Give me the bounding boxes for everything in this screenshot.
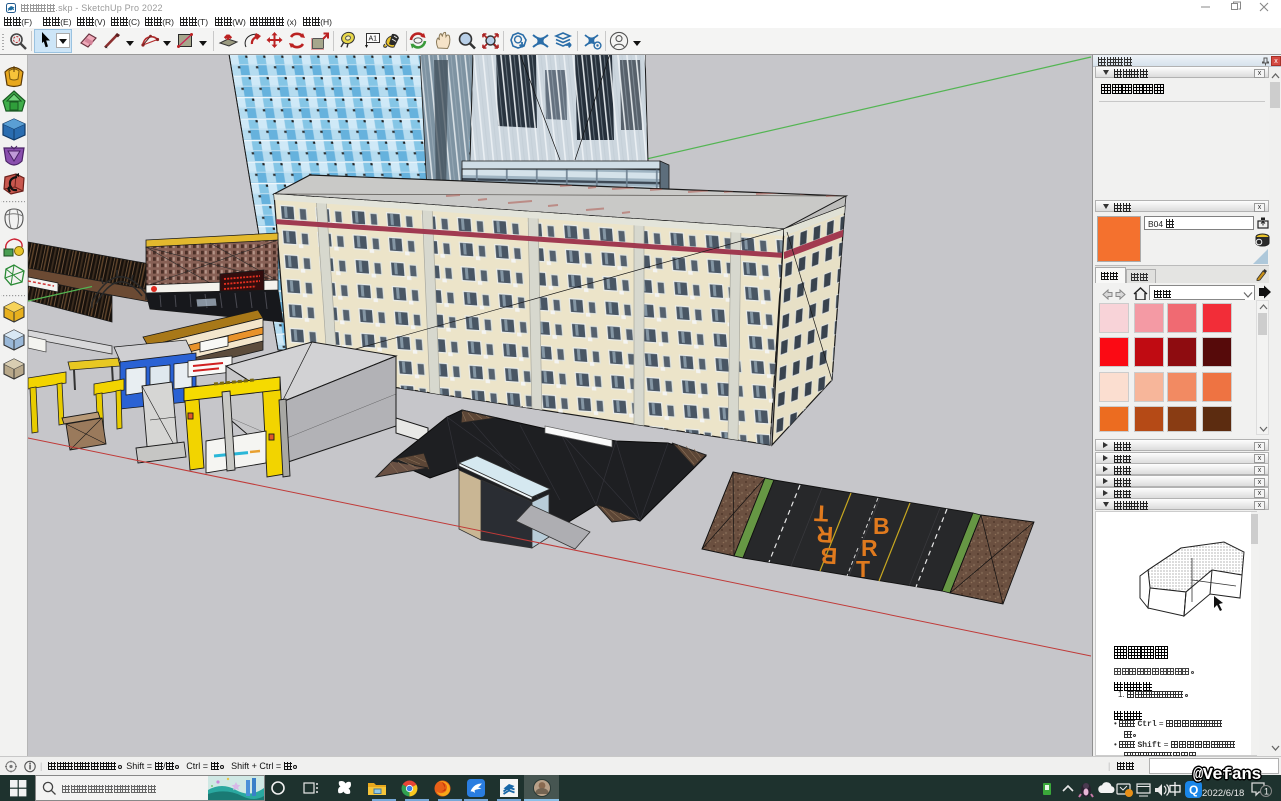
svg-text:A1: A1 <box>369 36 378 43</box>
svg-text:Q: Q <box>1189 783 1198 797</box>
svg-text:T: T <box>814 500 829 527</box>
svg-text:1: 1 <box>1264 787 1269 797</box>
svg-text:T: T <box>856 556 870 582</box>
